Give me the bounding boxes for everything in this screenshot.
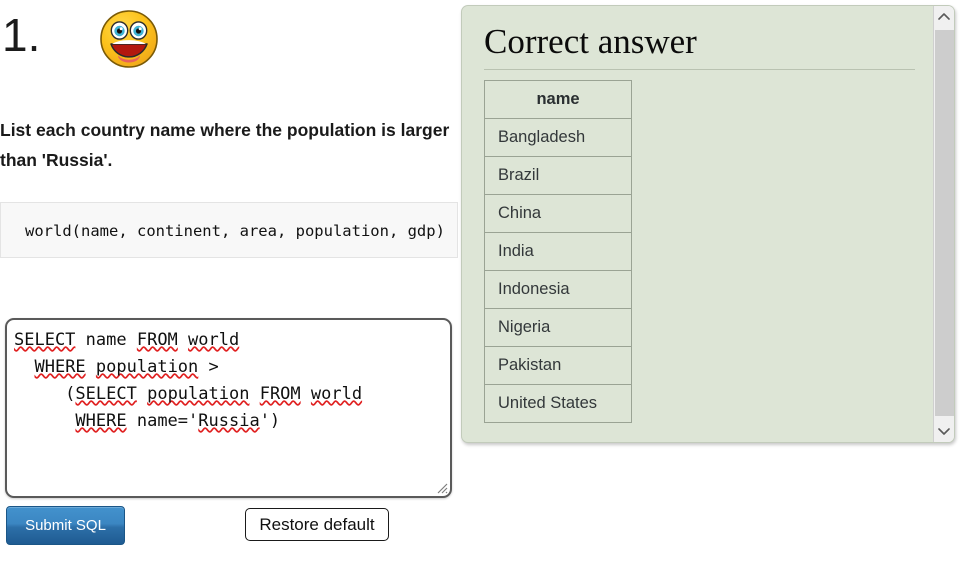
answer-results-table: name Bangladesh Brazil China India Indonesia… xyxy=(484,80,632,423)
table-row: India xyxy=(484,232,632,271)
question-number: 1. xyxy=(2,9,41,61)
table-cell-name: Nigeria xyxy=(484,308,632,347)
correct-answer-panel: Correct answer name Bangladesh Brazil Chin… xyxy=(461,5,955,443)
table-cell-name: Pakistan xyxy=(484,346,632,385)
schema-box: world(name, continent, area, population,… xyxy=(0,202,458,258)
schema-text: world(name, continent, area, population,… xyxy=(25,222,445,240)
table-row: Pakistan xyxy=(484,346,632,385)
answer-title-divider xyxy=(484,69,915,70)
answer-table-header-name: name xyxy=(484,80,632,119)
restore-default-button[interactable]: Restore default xyxy=(245,508,389,541)
chevron-up-icon[interactable] xyxy=(934,6,954,27)
sql-text[interactable]: SELECT name FROM world WHERE population … xyxy=(7,320,450,435)
table-row: China xyxy=(484,194,632,233)
question-column: 1. List each country name where the popu… xyxy=(0,0,460,563)
answer-panel-content: Correct answer name Bangladesh Brazil Chin… xyxy=(462,6,933,442)
table-cell-name: China xyxy=(484,194,632,233)
textarea-resize-grip[interactable] xyxy=(434,480,448,494)
question-header: 1. xyxy=(0,0,460,85)
submit-sql-button[interactable]: Submit SQL xyxy=(6,506,125,545)
scrollbar-thumb[interactable] xyxy=(935,30,954,416)
answer-table-body: Bangladesh Brazil China India Indonesia Niger… xyxy=(484,118,632,423)
table-cell-name: Brazil xyxy=(484,156,632,195)
table-row: Brazil xyxy=(484,156,632,195)
table-row: Bangladesh xyxy=(484,118,632,157)
answer-table-header-row: name xyxy=(484,80,632,119)
table-cell-name: Indonesia xyxy=(484,270,632,309)
table-row: Nigeria xyxy=(484,308,632,347)
table-cell-name: United States xyxy=(484,384,632,423)
sql-input[interactable]: SELECT name FROM world WHERE population … xyxy=(5,318,452,498)
answer-table-head: name xyxy=(484,80,632,119)
table-cell-name: India xyxy=(484,232,632,271)
answer-panel-scrollbar[interactable] xyxy=(933,6,954,442)
answer-panel-title: Correct answer xyxy=(484,22,697,61)
table-cell-name: Bangladesh xyxy=(484,118,632,157)
table-row: United States xyxy=(484,384,632,423)
question-prompt: List each country name where the populat… xyxy=(0,120,450,170)
chevron-down-icon[interactable] xyxy=(934,421,954,442)
table-row: Indonesia xyxy=(484,270,632,309)
smiley-face-icon xyxy=(98,8,160,70)
